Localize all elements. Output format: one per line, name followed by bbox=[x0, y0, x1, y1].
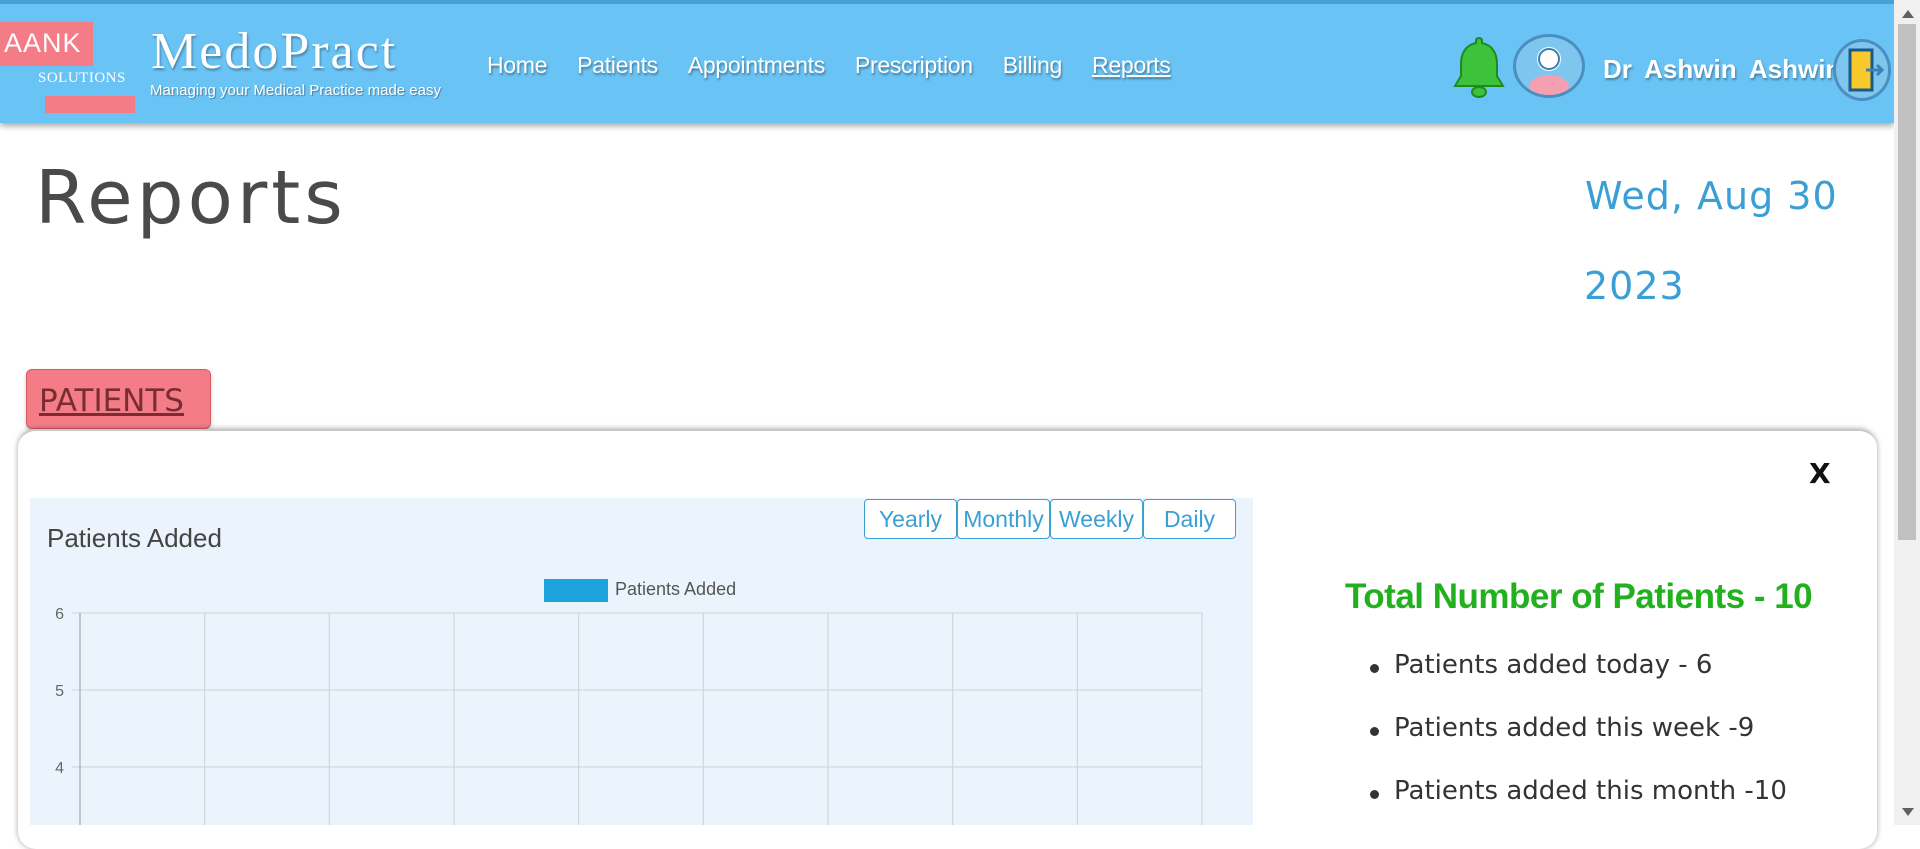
close-button[interactable]: X bbox=[1809, 457, 1831, 490]
stats-list: Patients added today - 6 Patients added … bbox=[1350, 650, 1787, 839]
nav-prescription[interactable]: Prescription bbox=[855, 52, 973, 79]
list-item: Patients added this week -9 bbox=[1350, 713, 1787, 776]
y-tick-label: 6 bbox=[55, 606, 64, 623]
brand-tagline: Managing your Medical Practice made easy bbox=[150, 82, 441, 99]
range-weekly-button[interactable]: Weekly bbox=[1050, 499, 1143, 539]
scroll-up-arrow-icon[interactable] bbox=[1902, 10, 1914, 18]
legend-swatch[interactable] bbox=[544, 579, 608, 602]
app-header: AANK SOLUTIONS MedoPract Managing your M… bbox=[0, 0, 1894, 123]
y-tick-label: 4 bbox=[55, 760, 64, 777]
range-monthly-button[interactable]: Monthly bbox=[957, 499, 1050, 539]
main-nav: Home Patients Appointments Prescription … bbox=[487, 52, 1200, 79]
nav-patients[interactable]: Patients bbox=[577, 52, 658, 79]
nav-billing[interactable]: Billing bbox=[1003, 52, 1063, 79]
list-item: Patients added this month -10 bbox=[1350, 776, 1787, 839]
logo-bar bbox=[45, 96, 135, 113]
range-daily-button[interactable]: Daily bbox=[1143, 499, 1236, 539]
range-yearly-button[interactable]: Yearly bbox=[864, 499, 957, 539]
tab-patients[interactable]: PATIENTS bbox=[26, 369, 211, 429]
logout-door-icon[interactable] bbox=[1833, 39, 1891, 101]
brand-title[interactable]: MedoPract bbox=[151, 22, 397, 81]
bell-icon[interactable] bbox=[1452, 34, 1506, 100]
nav-reports[interactable]: Reports bbox=[1092, 52, 1171, 79]
nav-home[interactable]: Home bbox=[487, 52, 547, 79]
scroll-down-arrow-icon[interactable] bbox=[1902, 808, 1914, 816]
company-logo-subtext: SOLUTIONS bbox=[38, 70, 126, 86]
total-patients-heading: Total Number of Patients - 10 bbox=[1345, 577, 1813, 616]
page-title: Reports bbox=[35, 155, 347, 241]
chart-plot: 6 5 4 bbox=[55, 606, 1203, 825]
chart-title: Patients Added bbox=[47, 523, 222, 553]
user-avatar-icon[interactable] bbox=[1513, 34, 1585, 98]
current-date: Wed, Aug 30 bbox=[1585, 174, 1838, 218]
company-logo-text: AANK bbox=[4, 28, 82, 58]
page-scrollbar[interactable] bbox=[1894, 0, 1920, 825]
scroll-thumb[interactable] bbox=[1898, 24, 1916, 540]
current-year: 2023 bbox=[1584, 264, 1685, 308]
y-tick-label: 5 bbox=[55, 683, 64, 700]
list-item: Patients added today - 6 bbox=[1350, 650, 1787, 713]
user-name[interactable]: Dr Ashwin Ashwin bbox=[1603, 54, 1841, 85]
tab-patients-label[interactable]: PATIENTS bbox=[39, 383, 184, 419]
nav-appointments[interactable]: Appointments bbox=[688, 52, 825, 79]
legend-label[interactable]: Patients Added bbox=[615, 579, 736, 600]
